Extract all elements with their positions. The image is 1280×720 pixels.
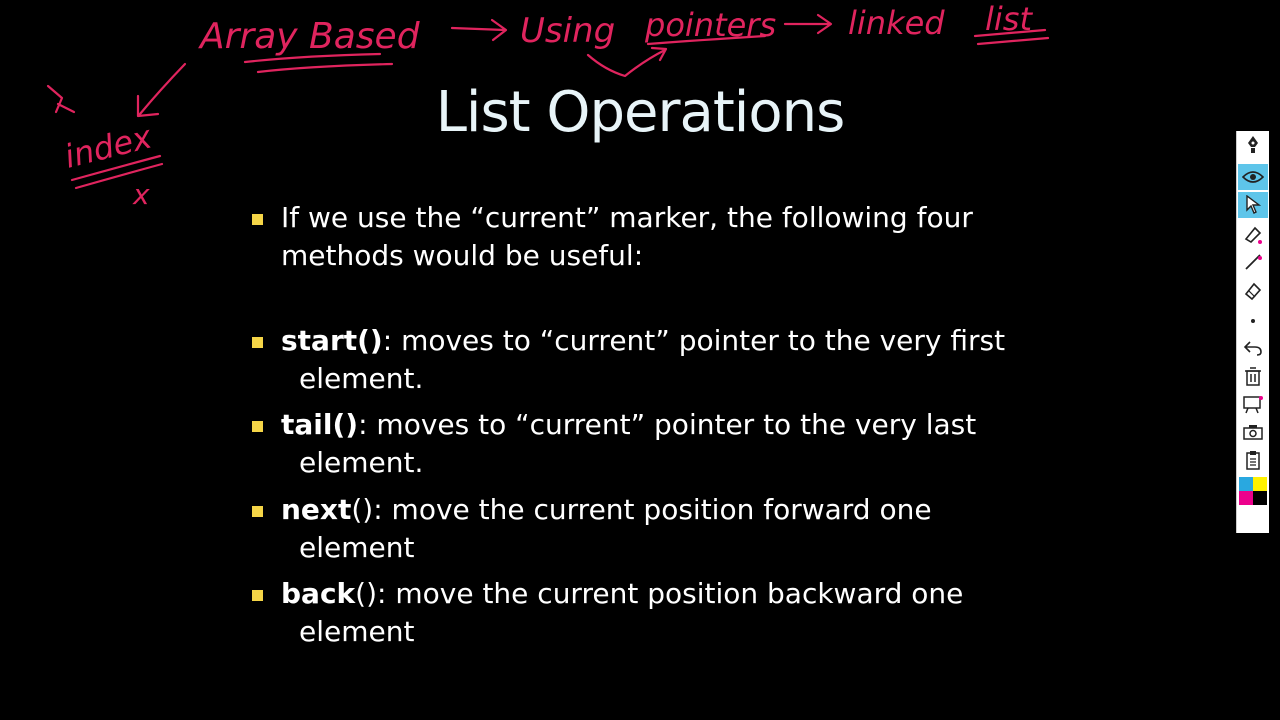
bullet-text-line2: element. — [299, 446, 424, 479]
bullet-text-line2: element — [299, 531, 415, 564]
bullet-marker — [252, 421, 263, 432]
undo-icon[interactable] — [1238, 335, 1268, 361]
trash-icon[interactable] — [1238, 363, 1268, 389]
bullet-marker — [252, 337, 263, 348]
method-description: : moves to “current” pointer to the very… — [358, 408, 977, 441]
bullet-marker — [252, 590, 263, 601]
method-name: start() — [281, 324, 383, 357]
line-icon[interactable] — [1238, 249, 1268, 275]
color-swatch-black[interactable] — [1253, 491, 1267, 505]
annotation-toolbar — [1236, 131, 1269, 533]
color-swatch-magenta[interactable] — [1239, 491, 1253, 505]
bullet-marker — [252, 214, 263, 225]
pointer-icon[interactable] — [1238, 192, 1268, 218]
method-description: : moves to “current” pointer to the very… — [382, 324, 1006, 357]
eraser-icon[interactable] — [1238, 278, 1268, 304]
method-description: (): move the current position backward o… — [355, 577, 964, 610]
slide: List Operations If we use the “current” … — [0, 0, 1280, 720]
eye-icon[interactable] — [1238, 164, 1268, 190]
bullet-marker — [252, 506, 263, 517]
method-name: back — [281, 577, 356, 610]
highlighter-icon[interactable] — [1238, 222, 1268, 248]
bullet-text-line2: methods would be useful: — [281, 239, 644, 272]
slide-title: List Operations — [435, 80, 846, 145]
bullet-text-line2: element. — [299, 362, 424, 395]
method-description: (): move the current position forward on… — [351, 493, 932, 526]
dot-icon[interactable] — [1238, 308, 1268, 334]
bullet-text-line2: element — [299, 615, 415, 648]
color-swatch-yellow[interactable] — [1253, 477, 1267, 491]
method-name: tail() — [281, 408, 359, 441]
whiteboard-icon[interactable] — [1238, 391, 1268, 417]
clipboard-icon[interactable] — [1238, 447, 1268, 473]
method-name: next — [281, 493, 352, 526]
color-swatch-cyan[interactable] — [1239, 477, 1253, 491]
bullet-text: If we use the “current” marker, the foll… — [281, 201, 973, 234]
pen-icon[interactable] — [1238, 131, 1268, 157]
camera-icon[interactable] — [1238, 419, 1268, 445]
